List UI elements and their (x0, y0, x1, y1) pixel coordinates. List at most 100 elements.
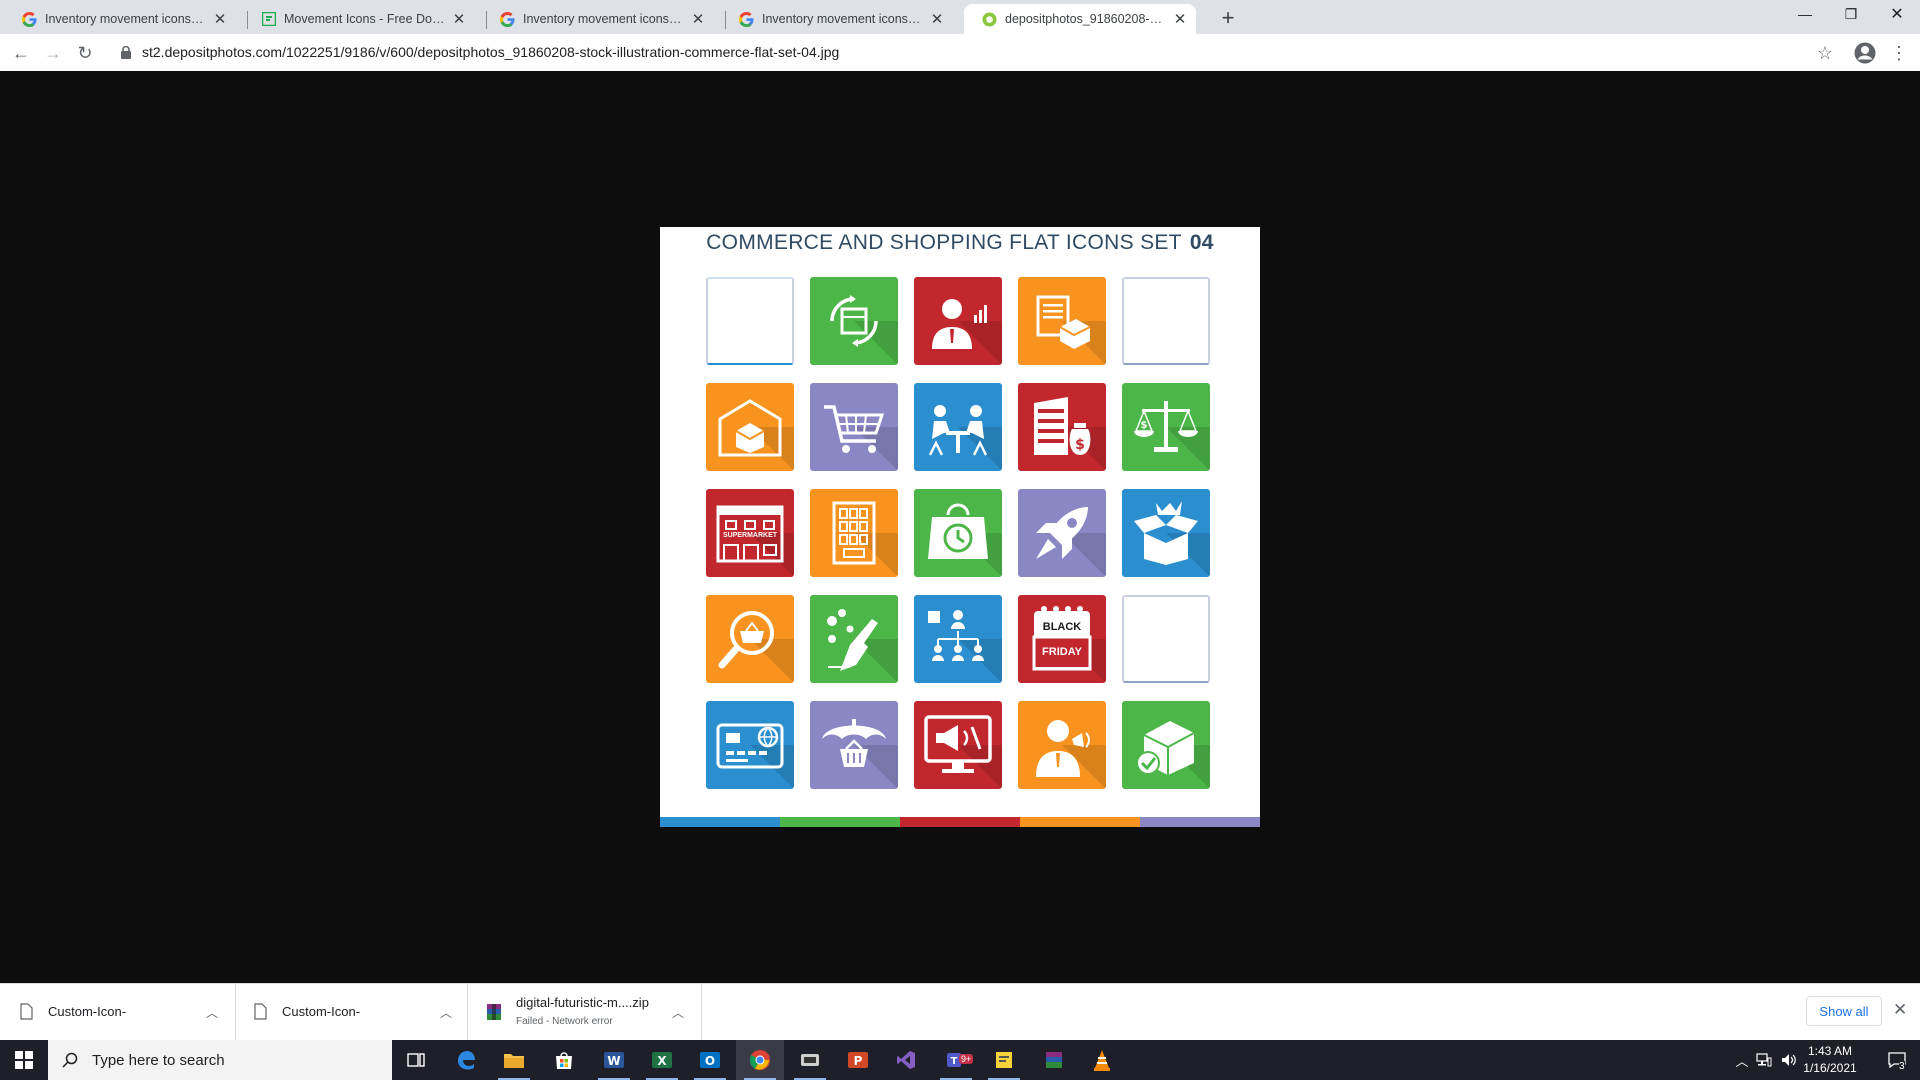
excel-icon[interactable]: X (638, 1040, 686, 1080)
download-item[interactable]: Custom-Icon- ︿ (0, 984, 236, 1041)
svg-text:$: $ (1141, 420, 1148, 431)
open-box-icon (1122, 489, 1210, 577)
file-explorer-icon[interactable] (490, 1040, 538, 1080)
search-icon (62, 1052, 78, 1068)
reload-icon[interactable]: ↻ (72, 40, 98, 66)
zip-archive-icon (487, 1004, 501, 1020)
close-tab-icon[interactable]: ✕ (451, 11, 467, 28)
color-stripe-red (900, 817, 1020, 827)
download-filename: digital-futuristic-m....zip (516, 995, 649, 1010)
close-tab-icon[interactable]: ✕ (929, 11, 945, 28)
browser-toolbar: ← → ↻ st2.depositphotos.com/1022251/9186… (0, 34, 1920, 72)
vlc-icon[interactable] (1078, 1040, 1126, 1080)
chrome-icon[interactable] (736, 1040, 784, 1080)
microsoft-store-icon[interactable] (540, 1040, 588, 1080)
chevron-up-tray-icon[interactable]: ︿ (1734, 1040, 1750, 1080)
teams-badge: 9+ (959, 1054, 974, 1064)
download-item[interactable]: Custom-Icon- ︿ (236, 984, 468, 1041)
winrar-icon[interactable] (1030, 1040, 1078, 1080)
word-icon[interactable]: W (590, 1040, 638, 1080)
color-stripe-orange (1020, 817, 1140, 827)
menu-kebab-icon[interactable]: ⋮ (1886, 40, 1912, 66)
businessman-chart-icon (914, 277, 1002, 365)
clock-date: 1/16/2021 (1803, 1061, 1857, 1075)
minimize-icon[interactable]: — (1782, 0, 1828, 28)
flaticon-icon (261, 12, 276, 27)
svg-text:O: O (705, 1054, 715, 1068)
tab-strip: Inventory movement icons free d ✕ Moveme… (0, 0, 1920, 34)
close-tab-icon[interactable]: ✕ (212, 11, 228, 28)
blank-tile (1122, 595, 1210, 683)
tab-4[interactable]: Inventory movement icons free d ✕ (721, 4, 953, 34)
close-downloads-icon[interactable]: ✕ (1893, 1000, 1907, 1020)
lock-icon (121, 46, 131, 59)
blank-tile (706, 277, 794, 365)
monitor-megaphone-icon (914, 701, 1002, 789)
chevron-up-icon[interactable]: ︿ (206, 1004, 218, 1021)
edge-icon[interactable] (442, 1040, 490, 1080)
rocket-icon (1018, 489, 1106, 577)
download-filename: Custom-Icon- (48, 1004, 127, 1019)
download-status: Failed - Network error (516, 1016, 613, 1027)
chevron-up-icon[interactable]: ︿ (440, 1004, 452, 1021)
bag-clock-icon (914, 489, 1002, 577)
supermarket-label: SUPERMARKET (722, 532, 778, 539)
close-tab-icon[interactable]: ✕ (690, 11, 706, 28)
teams-icon[interactable]: T 9+ (932, 1040, 980, 1080)
vending-machine-icon (810, 489, 898, 577)
tab-2[interactable]: Movement Icons - Free Downloa ✕ (243, 4, 475, 34)
bookmark-star-icon[interactable]: ☆ (1812, 40, 1838, 66)
box-cycle-icon (810, 277, 898, 365)
blank-tile (1122, 277, 1210, 365)
forward-icon[interactable]: → (40, 40, 66, 66)
illustration-title-number: 04 (1189, 231, 1214, 254)
profile-icon[interactable] (1852, 40, 1878, 66)
close-tab-icon[interactable]: ✕ (1172, 11, 1188, 28)
illustration-title-text: COMMERCE AND SHOPPING FLAT ICONS SET (706, 231, 1182, 254)
download-item-failed[interactable]: digital-futuristic-m....zip Failed - Net… (468, 984, 702, 1041)
google-icon (739, 11, 754, 27)
clock-time: 1:43 AM (1807, 1044, 1853, 1058)
close-window-icon[interactable]: ✕ (1874, 0, 1920, 28)
illustration-title: COMMERCE AND SHOPPING FLAT ICONS SET 04 (660, 231, 1260, 255)
notifications-icon[interactable]: 3 (1874, 1040, 1920, 1080)
windows-start-icon[interactable] (0, 1040, 48, 1080)
outlook-icon[interactable]: O (686, 1040, 734, 1080)
color-stripe-green (780, 817, 900, 827)
hand-coins-icon (810, 595, 898, 683)
back-icon[interactable]: ← (8, 40, 34, 66)
svg-text:X: X (657, 1054, 667, 1068)
scales-icon: $ (1122, 383, 1210, 471)
download-filename: Custom-Icon- (282, 1004, 361, 1019)
black-friday-line1: BLACK (1042, 621, 1082, 633)
credit-card-globe-icon (706, 701, 794, 789)
tab-title: Inventory movement icons free d (523, 12, 684, 26)
downloads-bar: Custom-Icon- ︿ Custom-Icon- ︿ digital-fu… (0, 983, 1920, 1041)
sticky-notes-icon[interactable] (980, 1040, 1028, 1080)
powerpoint-icon[interactable]: P (834, 1040, 882, 1080)
svg-text:T: T (951, 1056, 958, 1067)
network-icon[interactable] (1752, 1040, 1776, 1080)
notification-count: 3 (1899, 1061, 1905, 1072)
taskbar-search[interactable]: Type here to search (48, 1040, 392, 1080)
shopping-cart-icon (810, 383, 898, 471)
checklist-box-icon (1018, 277, 1106, 365)
chevron-up-icon[interactable]: ︿ (672, 1004, 684, 1021)
tab-1[interactable]: Inventory movement icons free d ✕ (4, 4, 236, 34)
meeting-icon (914, 383, 1002, 471)
show-all-button[interactable]: Show all (1806, 996, 1882, 1026)
image-viewer: COMMERCE AND SHOPPING FLAT ICONS SET 04 $… (0, 71, 1920, 983)
task-view-icon[interactable] (392, 1040, 440, 1080)
stock-illustration[interactable]: COMMERCE AND SHOPPING FLAT ICONS SET 04 $… (660, 227, 1260, 827)
tab-title: depositphotos_91860208-stock- (1005, 12, 1166, 26)
tab-5-active[interactable]: depositphotos_91860208-stock- ✕ (964, 4, 1196, 34)
new-tab-icon[interactable]: + (1216, 5, 1240, 30)
tab-3[interactable]: Inventory movement icons free d ✕ (482, 4, 714, 34)
system-clock[interactable]: 1:43 AM 1/16/2021 (1790, 1043, 1870, 1077)
visual-studio-icon[interactable] (882, 1040, 930, 1080)
address-bar[interactable]: st2.depositphotos.com/1022251/9186/v/600… (142, 44, 839, 60)
restore-icon[interactable]: ❐ (1828, 0, 1874, 28)
tab-title: Inventory movement icons free d (762, 12, 923, 26)
basket-search-icon (706, 595, 794, 683)
app-icon[interactable] (786, 1040, 834, 1080)
